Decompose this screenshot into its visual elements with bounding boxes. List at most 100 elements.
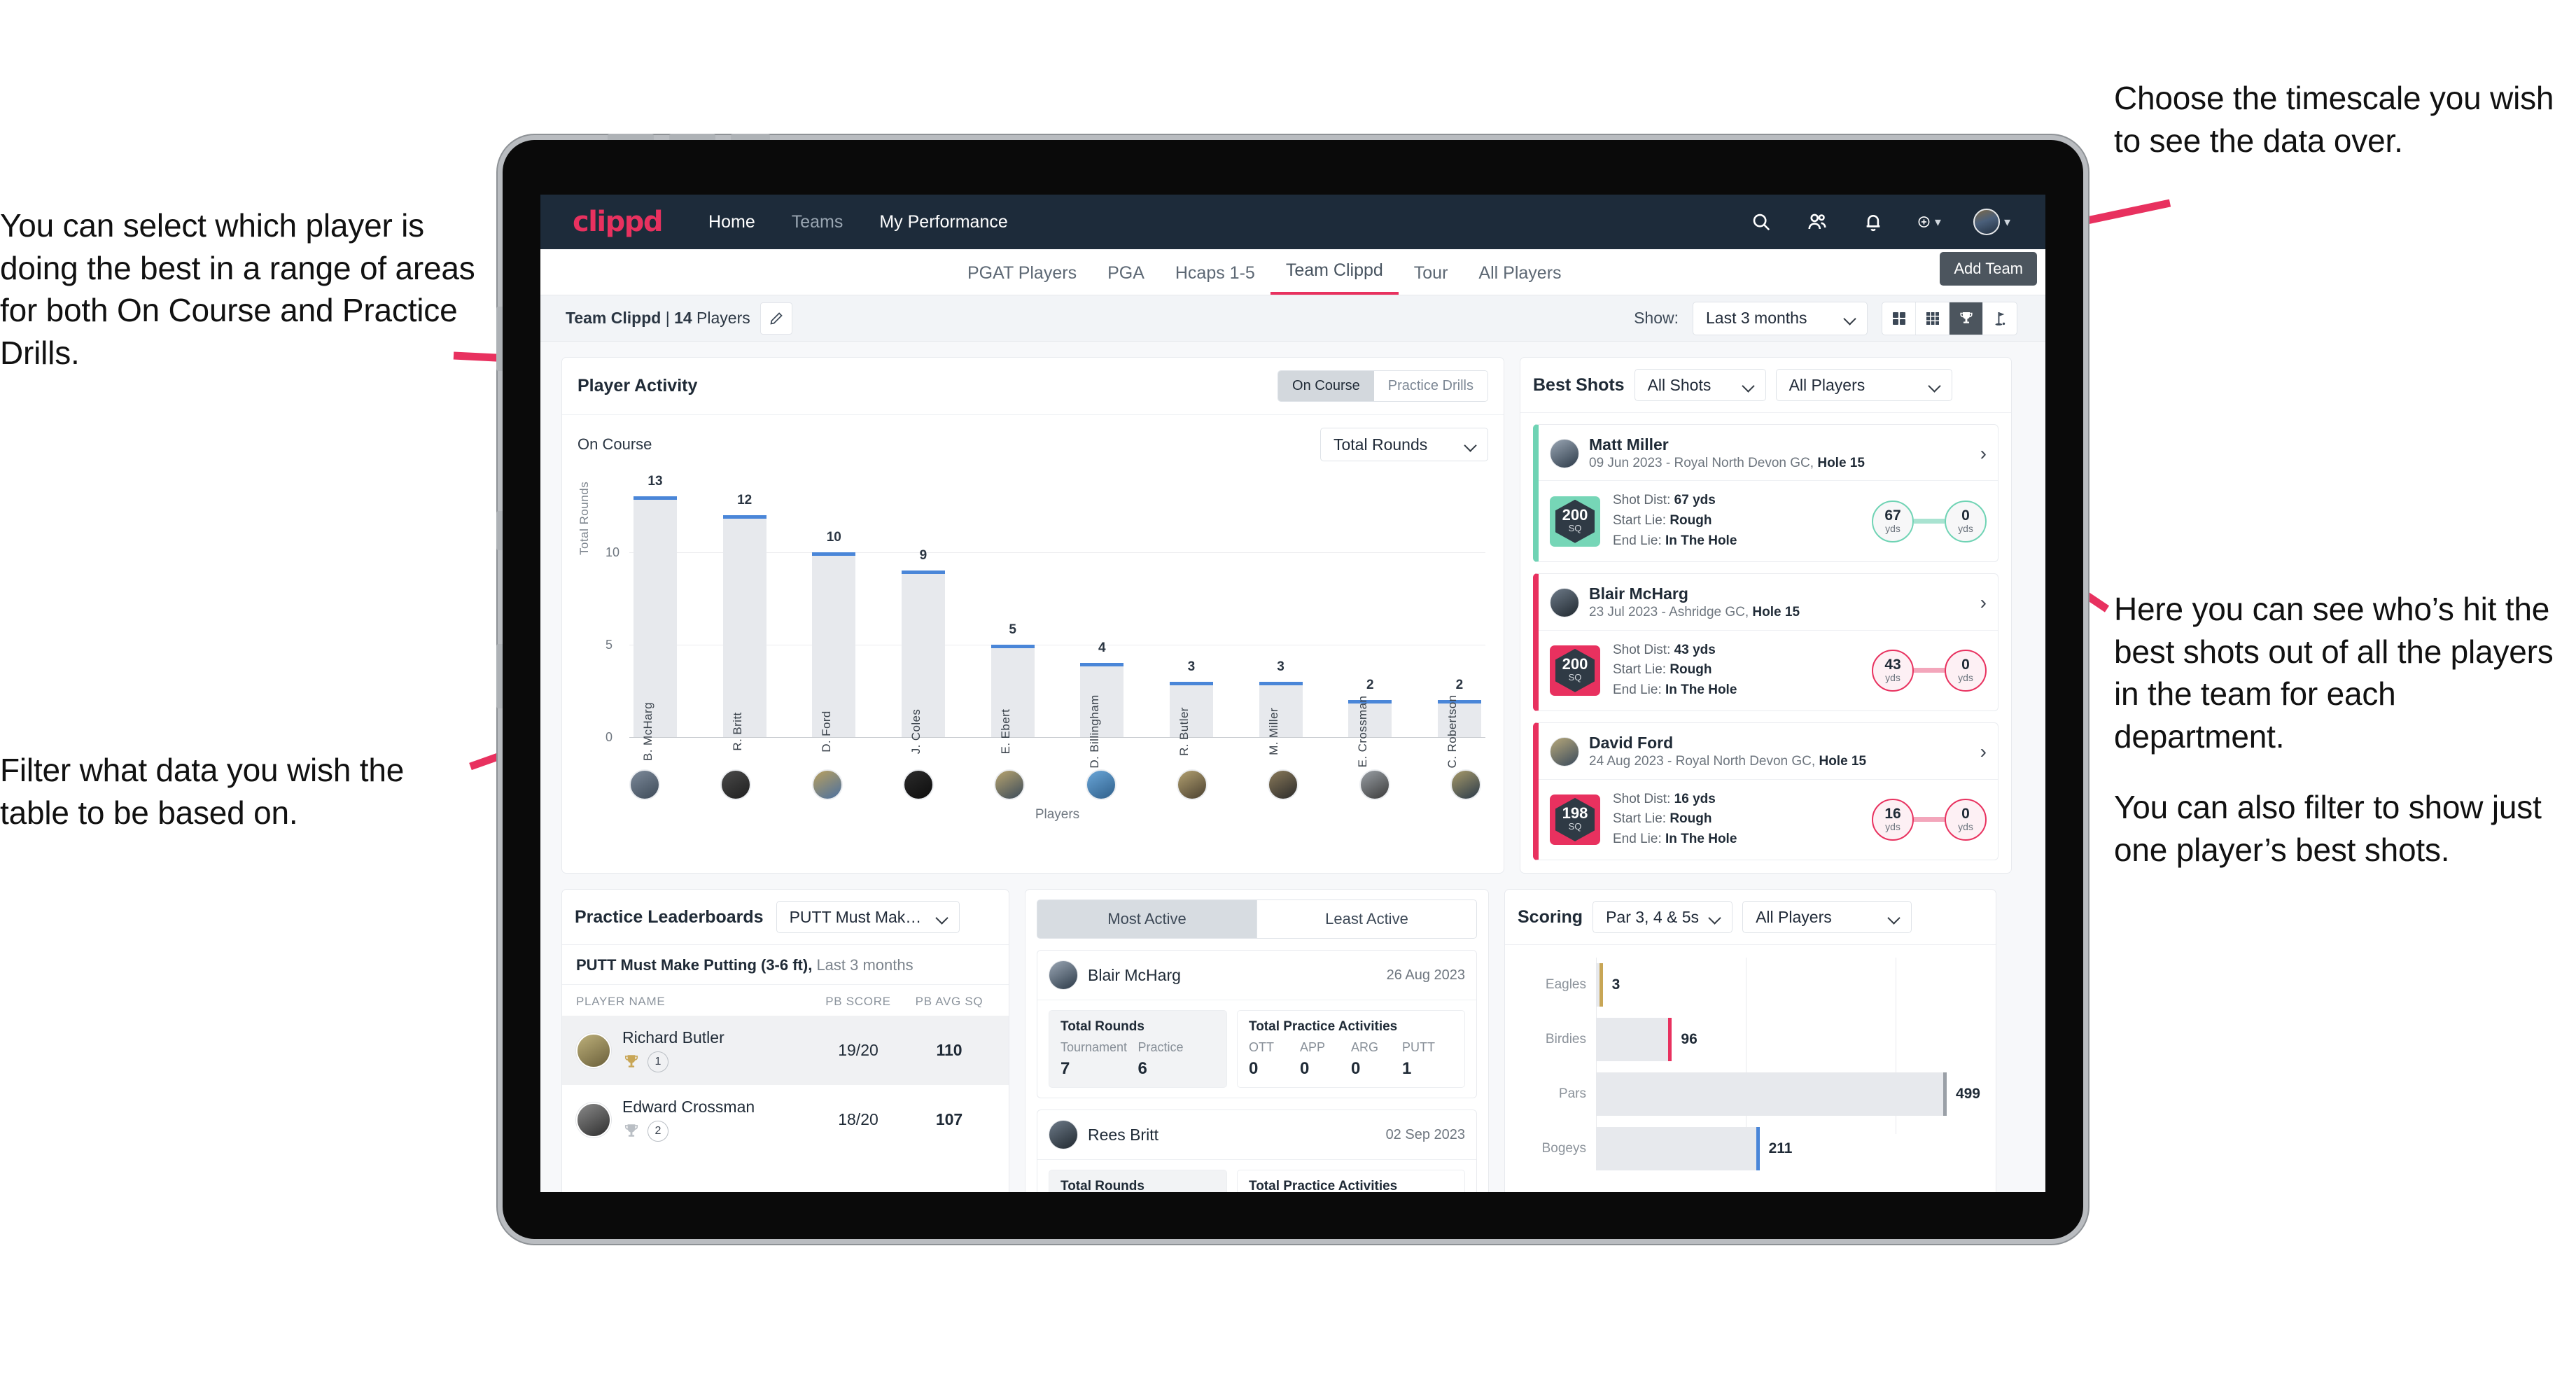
drill-select[interactable]: PUTT Must Make Putting ... (776, 901, 960, 934)
tab-all-players[interactable]: All Players (1463, 263, 1576, 295)
activity-player-card[interactable]: Rees Britt 02 Sep 2023 Total RoundsTournam… (1037, 1110, 1477, 1192)
chart-player-avatar[interactable] (902, 769, 934, 800)
best-shot-card[interactable]: Matt Miller 09 Jun 2023 - Royal North Dev… (1533, 424, 1998, 563)
chart-bar-label: E. Ebert (998, 708, 1012, 755)
tab-tour[interactable]: Tour (1399, 263, 1464, 295)
avatar (1049, 960, 1078, 990)
chevron-right-icon[interactable]: › (1980, 741, 1987, 763)
scoring-par-filter[interactable]: Par 3, 4 & 5s (1592, 901, 1733, 934)
activity-card-header: Blair McHarg 26 Aug 2023 (1037, 951, 1476, 1001)
grid-3x3-icon[interactable] (1916, 302, 1949, 335)
tab-most-active[interactable]: Most Active (1037, 899, 1257, 939)
chart-bar[interactable]: R. Butler (1169, 681, 1213, 756)
tab-least-active[interactable]: Least Active (1257, 899, 1477, 939)
tab-hcaps-1-5[interactable]: Hcaps 1-5 (1160, 263, 1270, 295)
chart-bar[interactable]: E. Ebert (990, 644, 1035, 754)
chart-bar[interactable]: J. Coles (901, 570, 945, 754)
ott-column: OTT 0 (1249, 1040, 1300, 1079)
scoring-row-label: Pars (1558, 1086, 1586, 1102)
toggle-on-course[interactable]: On Course (1278, 371, 1374, 401)
chart-bar-column: 2 C. Robertson (1437, 478, 1481, 768)
best-shot-card[interactable]: Blair McHarg 23 Jul 2023 - Ashridge GC, H… (1533, 573, 1998, 712)
best-shots-shot-filter[interactable]: All Shots (1634, 369, 1766, 401)
scoring-bar[interactable] (1596, 1127, 1760, 1171)
ott-label: OTT (1249, 1040, 1274, 1055)
shot-distance-diagram: 67 yds 0 yds (1872, 500, 1987, 542)
avatar (576, 1032, 611, 1068)
chart-bar-value: 10 (826, 529, 841, 545)
plus-circle-icon[interactable]: ▾ (1917, 210, 1941, 234)
avatar (1550, 587, 1579, 617)
column-pb-score: PB SCORE (825, 995, 891, 1009)
view-mode-toggle (1882, 301, 2017, 335)
clippd-logo[interactable]: clippd (573, 206, 664, 238)
nav-link-my-performance[interactable]: My Performance (879, 212, 1007, 232)
best-shots-player-filter[interactable]: All Players (1775, 369, 1952, 401)
chart-player-avatar[interactable] (629, 769, 660, 800)
nav-link-teams[interactable]: Teams (792, 212, 844, 232)
chart-player-avatar[interactable] (811, 769, 843, 800)
chart-player-avatar[interactable] (1268, 769, 1299, 800)
timescale-select[interactable]: Last 3 months (1693, 301, 1868, 335)
toggle-practice-drills[interactable]: Practice Drills (1373, 371, 1488, 401)
leaderboard-player-name: Richard Butler (622, 1028, 724, 1047)
best-shots-title: Best Shots (1533, 374, 1625, 395)
scoring-bar[interactable] (1596, 1018, 1672, 1062)
chevron-down-icon[interactable]: ▾ (2004, 215, 2010, 230)
chart-bar-value: 2 (1455, 678, 1464, 693)
activity-card: Most Active Least Active Blair McHarg 26 … (1025, 889, 1489, 1192)
bell-icon[interactable] (1861, 210, 1885, 234)
chart-bar[interactable]: E. Crossman (1348, 696, 1392, 767)
scoring-bar[interactable] (1596, 963, 1603, 1007)
chart-player-avatar[interactable] (994, 769, 1026, 800)
chart-bar[interactable]: C. Robertson (1437, 695, 1481, 768)
player-activity-chart: Total Rounds 10 5 0 13 B. McHarg 12 R. B… (578, 474, 1485, 769)
player-activity-subtitle: On Course (578, 435, 652, 453)
show-label: Show: (1634, 309, 1679, 327)
chart-player-avatar[interactable] (1176, 769, 1208, 800)
scoring-bar[interactable] (1596, 1072, 1947, 1116)
scoring-player-filter[interactable]: All Players (1742, 901, 1912, 934)
putt-label: PUTT (1402, 1040, 1435, 1055)
people-icon[interactable] (1805, 210, 1829, 234)
metric-select[interactable]: Total Rounds (1320, 428, 1488, 461)
shot-quality-badge: 200 SQ (1550, 645, 1600, 696)
tab-pga[interactable]: PGA (1092, 263, 1160, 295)
chart-player-avatar[interactable] (720, 769, 752, 800)
table-row[interactable]: Richard Butler 1 19/20 110 (562, 1016, 1009, 1086)
tournament-label: Tournament (1060, 1040, 1128, 1055)
activity-player-card[interactable]: Blair McHarg 26 Aug 2023 Total Rounds Tourn… (1037, 950, 1477, 1099)
leaderboard-pb-score: 19/20 (838, 1041, 878, 1060)
arg-value: 0 (1351, 1059, 1361, 1079)
hexagon-icon: 198 SQ (1555, 797, 1595, 841)
avatar[interactable]: ▾ (1973, 209, 2010, 235)
tab-pgat-players[interactable]: PGAT Players (952, 263, 1092, 295)
shot-dist-line: Shot Dist: 16 yds (1613, 791, 1716, 806)
chart-bar[interactable]: M. Miller (1259, 681, 1303, 755)
chart-bar[interactable]: B. McHarg (634, 496, 677, 761)
search-icon[interactable] (1749, 210, 1773, 234)
golf-flag-icon[interactable] (1983, 302, 2017, 335)
chart-player-avatar[interactable] (1450, 769, 1481, 800)
activity-player-name: Rees Britt (1088, 1125, 1158, 1144)
chevron-right-icon[interactable]: › (1980, 592, 1987, 614)
chart-bar[interactable]: D. Billingham (1080, 663, 1124, 769)
best-shot-card[interactable]: David Ford 24 Aug 2023 - Royal North Devo… (1533, 722, 1998, 861)
tab-team-clippd[interactable]: Team Clippd (1270, 260, 1399, 295)
shot-end-unit: yds (1958, 672, 1973, 684)
scoring-chart: Eagles 3 Birdies 96 Pars 499 Bogeys 211 (1505, 945, 1996, 1171)
chart-player-avatar[interactable] (1359, 769, 1390, 800)
nav-link-home[interactable]: Home (708, 212, 755, 232)
trophy-icon[interactable] (1949, 302, 1983, 335)
chart-player-avatar[interactable] (1085, 769, 1116, 800)
chevron-right-icon[interactable]: › (1980, 442, 1987, 465)
table-row[interactable]: Edward Crossman 2 18/20 107 (562, 1085, 1009, 1154)
chart-bar[interactable]: R. Britt (722, 514, 766, 751)
chevron-down-icon[interactable]: ▾ (1935, 215, 1941, 230)
chart-y-axis-label: Total Rounds (578, 481, 591, 555)
shot-quality-value: 198 (1562, 804, 1588, 822)
chart-bar-label: D. Ford (820, 710, 834, 752)
chart-bar[interactable]: D. Ford (812, 552, 856, 752)
edit-team-button[interactable] (760, 302, 792, 335)
grid-2x2-icon[interactable] (1882, 302, 1916, 335)
